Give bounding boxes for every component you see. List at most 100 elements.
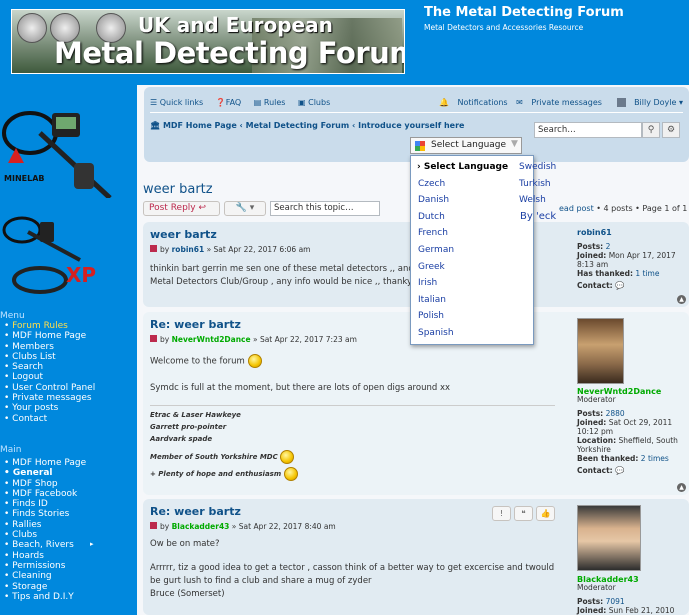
contact-icon[interactable]: 💬 [615, 281, 624, 290]
language-select[interactable]: Select Language ▼ [410, 137, 522, 154]
clubs-link[interactable]: ▣ Clubs [298, 98, 335, 107]
gear-icon[interactable]: ⚙ [662, 122, 680, 138]
post-text: be gurt lush to find a club and share a … [150, 576, 372, 586]
post-icon[interactable] [150, 245, 157, 252]
site-title[interactable]: The Metal Detecting Forum [424, 5, 624, 20]
lang-option-italian[interactable]: Italian [418, 295, 446, 305]
breadcrumb-item[interactable]: MDF Home Page [163, 121, 237, 130]
quote-button[interactable]: ❝ [514, 506, 533, 521]
sidebar-main-menu: MDF Home Page General MDF Shop MDF Faceb… [4, 458, 86, 602]
lang-option-spanish[interactable]: Spanish [418, 328, 454, 338]
chevron-down-icon: ▼ [511, 139, 518, 149]
sidebar-item-finds-stories[interactable]: Finds Stories [4, 509, 86, 519]
lang-option-polish[interactable]: Polish [418, 311, 444, 321]
lang-option-german[interactable]: German [418, 245, 454, 255]
lang-option-czech[interactable]: Czech [418, 179, 445, 189]
sidebar-item-user-control-panel[interactable]: User Control Panel [4, 383, 95, 393]
site-header: UK and European Metal Detecting Forum Th… [0, 0, 689, 85]
home-icon[interactable]: 🏛 [150, 121, 160, 130]
lang-option-swedish[interactable]: Swedish [519, 162, 556, 172]
sidebar-item-search[interactable]: Search [4, 362, 95, 372]
report-button[interactable]: ! [492, 506, 511, 521]
sidebar-item-permissions[interactable]: Permissions [4, 561, 86, 571]
rules-link[interactable]: ▤ Rules [254, 98, 291, 107]
smiley-icon [247, 354, 262, 368]
sidebar-item-finds-id[interactable]: Finds ID [4, 499, 86, 509]
xp-detector-icon[interactable]: XP [0, 210, 135, 300]
avatar[interactable] [577, 505, 641, 571]
sidebar-item-mdf-home-page[interactable]: MDF Home Page [4, 331, 95, 341]
sidebar-item-cleaning[interactable]: Cleaning [4, 571, 86, 581]
search-input[interactable]: Search… [534, 122, 642, 138]
navbar-divider [150, 112, 683, 113]
post-author[interactable]: Blackadder43 [172, 522, 230, 531]
post-icon[interactable] [150, 522, 157, 529]
smiley-icon [280, 450, 295, 464]
post-author[interactable]: robin61 [172, 245, 205, 254]
sidebar-item-mdf-home[interactable]: MDF Home Page [4, 458, 86, 468]
avatar[interactable] [577, 318, 624, 384]
breadcrumb-item[interactable]: Metal Detecting Forum [246, 121, 350, 130]
post-text: Arrrrr, tiz a good idea to get a tector … [150, 563, 555, 573]
sidebar-item-members[interactable]: Members [4, 342, 95, 352]
signature-line: Member of South Yorkshire MDC [150, 450, 295, 464]
sidebar-item-beach-rivers[interactable]: Beach, Rivers [4, 540, 86, 550]
lang-option-french[interactable]: French [418, 228, 448, 238]
post-icon[interactable] [150, 335, 157, 342]
post-reply-button[interactable]: Post Reply ↩ [143, 201, 220, 216]
breadcrumb-item[interactable]: Introduce yourself here [358, 121, 464, 130]
submenu-arrow-icon[interactable]: ▸ [90, 540, 94, 548]
sidebar-item-your-posts[interactable]: Your posts [4, 403, 95, 413]
quick-links-button[interactable]: ☰ Quick links [150, 98, 208, 107]
back-to-top-icon[interactable]: ▲ [677, 483, 686, 492]
coin-icon [17, 13, 47, 43]
post-meta: by NeverWntd2Dance » Sat Apr 22, 2017 7:… [150, 335, 357, 344]
sidebar-item-logout[interactable]: Logout [4, 372, 95, 382]
lang-option-greek[interactable]: Greek [418, 262, 445, 272]
xp-label: XP [66, 263, 96, 287]
contact-icon[interactable]: 💬 [615, 466, 624, 475]
smiley-icon [283, 467, 298, 481]
lang-option-danish[interactable]: Danish [418, 195, 449, 205]
faq-link[interactable]: ❓FAQ [216, 98, 246, 107]
sidebar-item-general[interactable]: General [4, 468, 86, 478]
topic-tools-button[interactable]: 🔧 ▾ [224, 201, 266, 216]
sidebar-item-clubs-list[interactable]: Clubs List [4, 352, 95, 362]
lang-option-by-eck[interactable]: By 'eck [520, 211, 556, 222]
sidebar-item-rallies[interactable]: Rallies [4, 520, 86, 530]
unread-post-link[interactable]: ead post [559, 204, 594, 213]
sidebar-item-clubs[interactable]: Clubs [4, 530, 86, 540]
lang-option-dutch[interactable]: Dutch [418, 212, 445, 222]
post: Re: weer bartz by Blackadder43 » Sat Apr… [143, 499, 689, 615]
lang-option-welsh[interactable]: Welsh [519, 195, 546, 205]
sidebar-item-private-messages[interactable]: Private messages [4, 393, 95, 403]
lang-option-select[interactable]: › Select Language [417, 162, 508, 172]
minelab-detector-icon[interactable]: MINELAB [0, 103, 135, 198]
lang-option-turkish[interactable]: Turkish [519, 179, 551, 189]
lang-option-irish[interactable]: Irish [418, 278, 437, 288]
back-to-top-icon[interactable]: ▲ [677, 295, 686, 304]
search-icon[interactable]: ⚲ [642, 122, 660, 138]
profile-name[interactable]: robin61 [577, 228, 612, 237]
thanks-button[interactable]: 👍 [536, 506, 555, 521]
topic-title[interactable]: weer bartz [143, 182, 213, 197]
sidebar-item-tips-diy[interactable]: Tips and D.I.Y [4, 592, 86, 602]
sidebar-item-storage[interactable]: Storage [4, 582, 86, 592]
profile-contact: Contact: 💬 [577, 466, 625, 475]
sidebar-item-forum-rules[interactable]: Forum Rules [4, 321, 95, 331]
sidebar-item-hoards[interactable]: Hoards [4, 551, 86, 561]
post-title[interactable]: Re: weer bartz [150, 505, 241, 518]
topic-search-input[interactable]: Search this topic… [270, 201, 380, 216]
site-banner[interactable]: UK and European Metal Detecting Forum [11, 9, 405, 74]
sidebar-item-contact[interactable]: Contact [4, 414, 95, 424]
site-description: Metal Detectors and Accessories Resource [424, 23, 584, 32]
user-menu[interactable]: Billy Doyle ▾ [611, 98, 683, 107]
post-title[interactable]: weer bartz [150, 228, 217, 241]
profile-thanked: Been thanked: 2 times [577, 454, 669, 463]
sidebar-item-mdf-facebook[interactable]: MDF Facebook [4, 489, 86, 499]
sidebar-item-mdf-shop[interactable]: MDF Shop [4, 479, 86, 489]
notifications-link[interactable]: 🔔 Notifications [439, 98, 508, 107]
private-messages-link[interactable]: ✉ Private messages [516, 98, 602, 107]
post-title[interactable]: Re: weer bartz [150, 318, 241, 331]
post-author[interactable]: NeverWntd2Dance [172, 335, 251, 344]
